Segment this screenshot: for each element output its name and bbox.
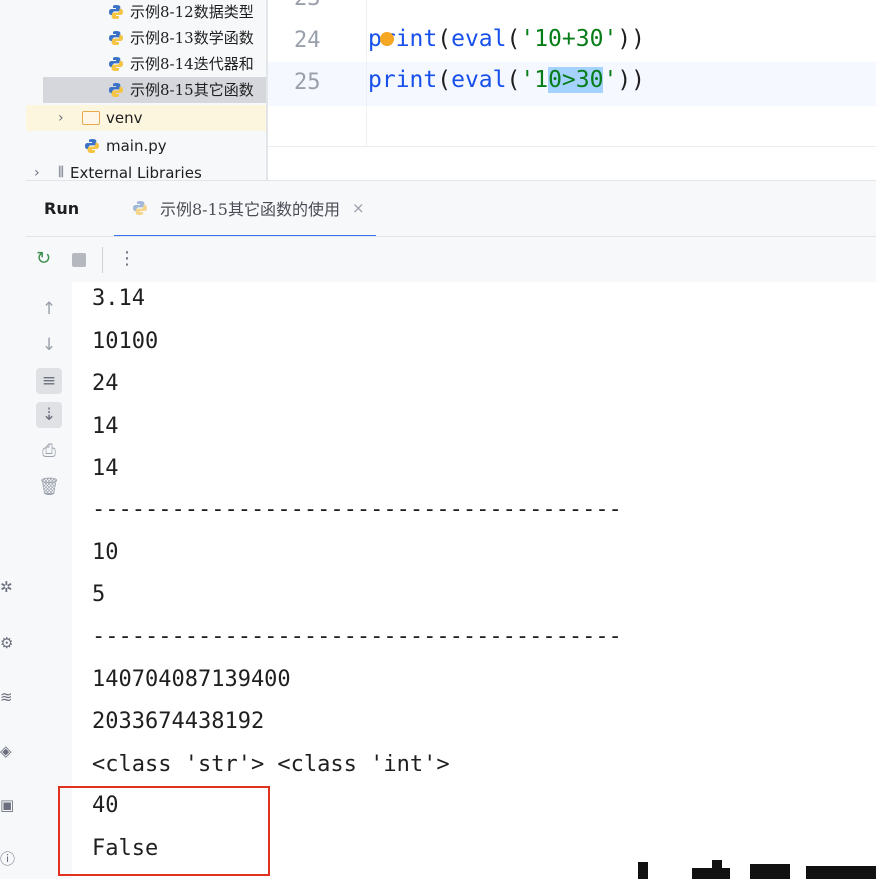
python-file-icon xyxy=(133,201,147,215)
code-function: print xyxy=(368,26,438,52)
tree-item-label: 示例8-13数学函数 xyxy=(130,29,254,47)
tree-item-label: 示例8-14迭代器和 xyxy=(130,55,254,73)
python-file-icon xyxy=(109,5,123,19)
libraries-icon: ⫼ xyxy=(58,165,64,180)
stop-icon[interactable] xyxy=(72,253,86,267)
tree-item-file[interactable]: 示例8-13数学函数 xyxy=(108,25,254,51)
gutter-border xyxy=(366,0,367,146)
arrow-up-icon[interactable]: ↑ xyxy=(36,296,62,322)
python-file-icon xyxy=(85,139,99,153)
problems-icon[interactable]: ⓘ xyxy=(0,850,16,868)
console-separator-line: ---------------------------------------- xyxy=(92,497,622,522)
python-packages-icon[interactable]: ⚙ xyxy=(0,634,16,652)
tree-item-file[interactable]: 示例8-14迭代器和 xyxy=(108,51,254,77)
print-icon[interactable]: ⎙ xyxy=(36,438,62,464)
console-line: 140704087139400 xyxy=(92,667,291,692)
console-line: 2033674438192 xyxy=(92,709,265,734)
tree-item-label: 示例8-12数据类型 xyxy=(130,3,254,21)
console-line: 10100 xyxy=(92,329,159,354)
project-tree: 示例8-12数据类型 示例8-13数学函数 示例8-14迭代器和 示例8-15其… xyxy=(26,0,266,180)
intention-bulb-icon[interactable] xyxy=(380,32,394,46)
more-options-icon[interactable]: ⋮ xyxy=(118,249,136,269)
folder-icon xyxy=(82,111,100,125)
code-function: print xyxy=(368,67,438,93)
python-file-icon xyxy=(109,31,123,45)
code-editor[interactable]: 23 24 25 print(eval('10+30')) print(eval… xyxy=(268,0,876,180)
tree-item-file[interactable]: 示例8-12数据类型 xyxy=(108,0,254,25)
tree-item-label: venv xyxy=(106,109,143,127)
toolbar-separator xyxy=(102,247,103,273)
tree-item-label: main.py xyxy=(106,137,167,155)
layers-icon[interactable]: ≋ xyxy=(0,688,16,706)
left-tool-strip: ✲ ⚙ ≋ ◈ ▣ ⓘ xyxy=(0,0,27,879)
soft-wrap-icon[interactable]: ≡ xyxy=(36,368,62,394)
close-icon[interactable]: × xyxy=(352,199,365,217)
code-string: '1 xyxy=(520,67,549,93)
run-tab[interactable]: 示例8-15其它函数的使用 × xyxy=(114,181,376,238)
code-line-24[interactable]: print(eval('10+30')) xyxy=(368,26,645,52)
annotation-highlight-box xyxy=(58,786,270,876)
tree-item-label: External Libraries xyxy=(69,164,202,180)
code-function: eval xyxy=(451,26,507,52)
tree-item-folder-venv[interactable]: › venv xyxy=(26,105,266,131)
console-line: 3.14 xyxy=(92,286,145,311)
console-line: 5 xyxy=(92,582,106,607)
overlay-graphic xyxy=(638,860,876,879)
terminal-icon[interactable]: ▣ xyxy=(0,796,16,814)
code-selection: 0>30 xyxy=(548,67,604,93)
chevron-right-icon[interactable]: › xyxy=(58,105,74,131)
run-tab-label: 示例8-15其它函数的使用 xyxy=(160,200,340,219)
arrow-down-icon[interactable]: ↓ xyxy=(36,332,62,358)
debug-icon[interactable]: ✲ xyxy=(0,578,16,596)
console-line: 14 xyxy=(92,414,119,439)
rerun-icon[interactable]: ↻ xyxy=(36,249,51,269)
scroll-to-end-icon[interactable]: ⇣ xyxy=(36,402,62,428)
services-icon[interactable]: ◈ xyxy=(0,742,16,760)
console-line: 10 xyxy=(92,540,119,565)
python-file-icon xyxy=(109,83,123,97)
code-line-25[interactable]: print(eval('10>30')) xyxy=(368,67,645,93)
tree-item-file-selected[interactable]: 示例8-15其它函数 xyxy=(43,77,266,103)
console-line: <class 'str'> <class 'int'> xyxy=(92,752,450,777)
line-number: 25 xyxy=(294,70,321,95)
chevron-right-icon[interactable]: › xyxy=(34,160,50,180)
code-string: '10+30' xyxy=(520,26,618,52)
line-number: 23 xyxy=(294,0,324,11)
tree-item-external-libraries[interactable]: › ⫼ External Libraries xyxy=(34,160,202,180)
python-file-icon xyxy=(109,57,123,71)
run-toolbar: ↻ ⋮ xyxy=(26,236,876,284)
tree-item-file[interactable]: main.py xyxy=(84,133,167,159)
trash-icon[interactable]: 🗑 xyxy=(36,474,62,500)
code-function: eval xyxy=(451,67,507,93)
console-separator-line: ---------------------------------------- xyxy=(92,624,622,649)
code-string: ' xyxy=(603,67,618,93)
tree-item-label: 示例8-15其它函数 xyxy=(130,81,254,99)
run-panel-title: Run xyxy=(44,199,80,218)
line-number: 24 xyxy=(294,28,321,53)
console-line: 24 xyxy=(92,371,119,396)
run-tool-window-header: Run 示例8-15其它函数的使用 × xyxy=(26,180,876,238)
editor-gutter: 23 24 25 xyxy=(268,0,366,180)
console-line: 14 xyxy=(92,456,119,481)
editor-bottom-border xyxy=(268,146,876,147)
